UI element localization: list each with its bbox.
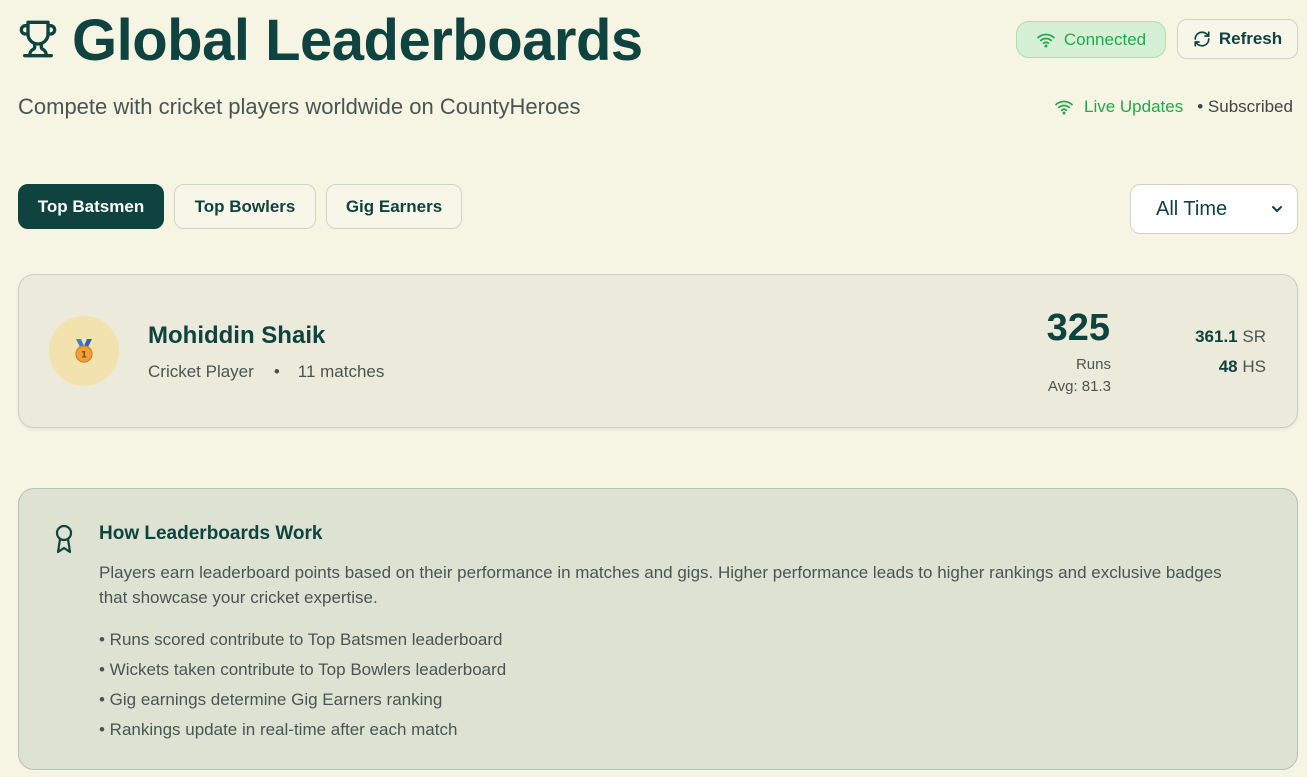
subscribed-label: • Subscribed bbox=[1197, 97, 1293, 116]
trophy-icon bbox=[19, 20, 57, 58]
rank-avatar: 1 bbox=[49, 316, 119, 386]
tab-top-batsmen[interactable]: Top Batsmen bbox=[18, 184, 164, 229]
tab-top-bowlers[interactable]: Top Bowlers bbox=[174, 184, 316, 229]
highest-score-stat: 48 HS bbox=[1160, 355, 1266, 379]
refresh-button[interactable]: Refresh bbox=[1177, 19, 1298, 59]
player-matches: 11 matches bbox=[297, 362, 385, 381]
chevron-down-icon bbox=[1272, 206, 1282, 212]
live-updates-status: Live Updates • Subscribed bbox=[1054, 94, 1293, 120]
refresh-icon bbox=[1194, 31, 1210, 47]
award-icon bbox=[55, 524, 73, 554]
tab-gig-earners[interactable]: Gig Earners bbox=[326, 184, 462, 229]
time-period-select[interactable]: All Time bbox=[1130, 184, 1298, 234]
page-subtitle: Compete with cricket players worldwide o… bbox=[18, 94, 581, 119]
strike-rate-stat: 361.1 SR bbox=[1160, 325, 1266, 349]
highest-score-label: HS bbox=[1242, 357, 1266, 376]
runs-label: Runs bbox=[1075, 356, 1111, 373]
strike-rate-label: SR bbox=[1242, 327, 1266, 346]
list-item: • Gig earnings determine Gig Earners ran… bbox=[99, 690, 443, 709]
batting-average: Avg: 81.3 bbox=[1047, 378, 1111, 395]
runs-value: 325 bbox=[1046, 307, 1110, 349]
time-period-selected: All Time bbox=[1156, 197, 1228, 220]
strike-rate-value: 361.1 bbox=[1195, 327, 1238, 346]
refresh-label: Refresh bbox=[1218, 29, 1283, 48]
wifi-icon bbox=[1036, 33, 1055, 48]
list-item: • Runs scored contribute to Top Batsmen … bbox=[99, 630, 503, 649]
meta-separator: • bbox=[273, 362, 280, 381]
info-bullet-list: • Runs scored contribute to Top Batsmen … bbox=[99, 625, 506, 745]
player-role: Cricket Player bbox=[148, 362, 254, 381]
wifi-icon bbox=[1055, 100, 1073, 115]
list-item: • Wickets taken contribute to Top Bowler… bbox=[99, 660, 507, 679]
player-meta: Cricket Player • 11 matches bbox=[148, 360, 384, 384]
player-name[interactable]: Mohiddin Shaik bbox=[148, 320, 325, 352]
connection-status-badge: Connected bbox=[1016, 21, 1166, 58]
info-title: How Leaderboards Work bbox=[99, 523, 323, 544]
connection-status-label: Connected bbox=[1063, 29, 1147, 49]
rank-number: 1 bbox=[81, 351, 87, 361]
live-updates-label: Live Updates bbox=[1084, 97, 1184, 116]
info-description: Players earn leaderboard points based on… bbox=[99, 563, 1222, 607]
highest-score-value: 48 bbox=[1218, 357, 1238, 376]
medal-icon: 1 bbox=[75, 339, 93, 363]
page-title: Global Leaderboards bbox=[72, 8, 643, 73]
list-item: • Rankings update in real-time after eac… bbox=[99, 720, 458, 739]
